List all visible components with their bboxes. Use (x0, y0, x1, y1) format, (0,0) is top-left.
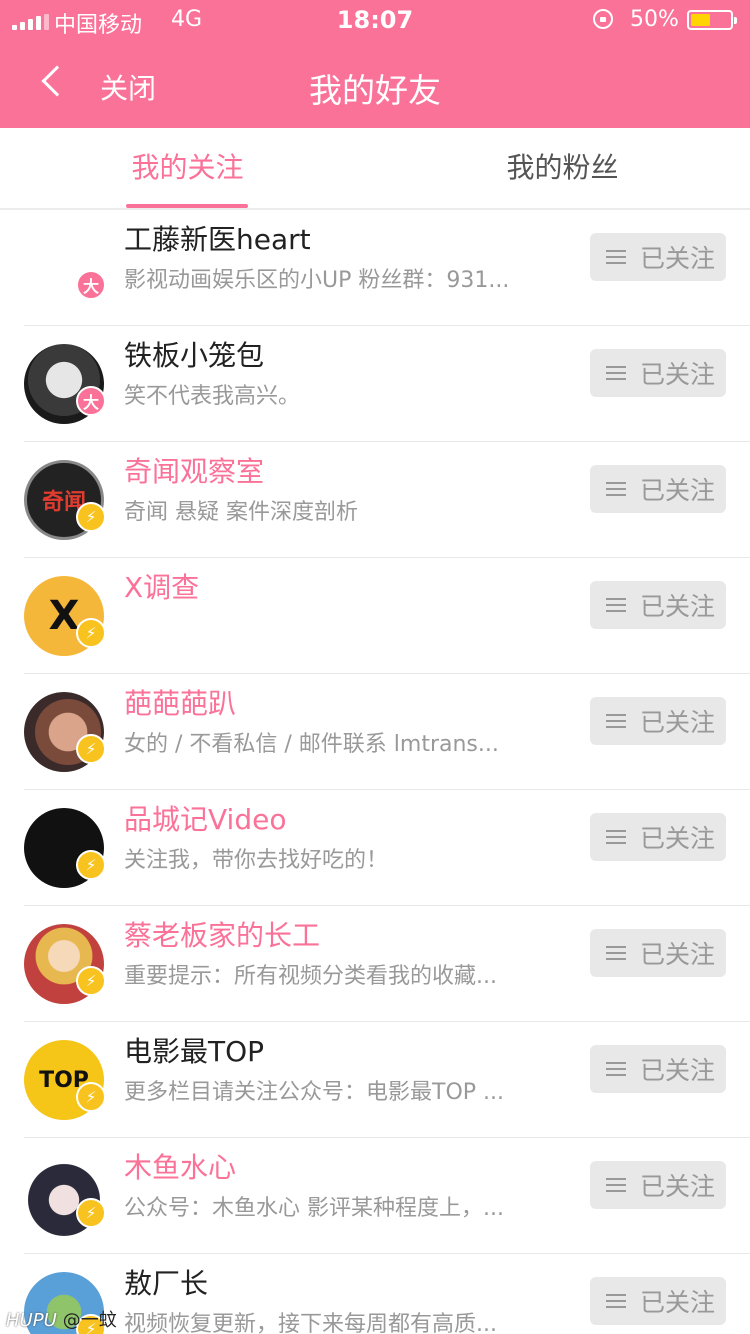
followed-label: 已关注 (640, 1056, 716, 1085)
tab-following[interactable]: 我的关注 (0, 128, 375, 208)
battery-percentage: 50% (630, 7, 679, 32)
menu-icon (606, 366, 626, 380)
followed-label: 已关注 (640, 708, 716, 737)
list-item[interactable]: ⚡ 品城记Video 关注我，带你去找好吃的！ 已关注 (0, 790, 750, 906)
user-name[interactable]: 奇闻观察室 (124, 450, 264, 490)
list-item[interactable]: TOP ⚡ 电影最TOP 更多栏目请关注公众号：电影最TOP ... 已关注 (0, 1022, 750, 1138)
followed-label: 已关注 (640, 1288, 716, 1317)
user-description: 奇闻 悬疑 案件深度剖析 (124, 500, 358, 525)
menu-icon (606, 1062, 626, 1076)
page-title: 我的好友 (309, 71, 441, 110)
followed-button[interactable]: 已关注 (590, 929, 726, 977)
list-item[interactable]: 大工藤新医heart 影视动画娱乐区的小UP 粉丝群：931... 已关注 (0, 210, 750, 326)
user-name[interactable]: X调查 (124, 566, 199, 606)
followed-label: 已关注 (640, 1172, 716, 1201)
user-name[interactable]: 品城记Video (124, 798, 286, 838)
status-bar: 中国移动 4G 18:07 50% (0, 0, 750, 40)
user-name[interactable]: 敖厂长 (124, 1262, 208, 1302)
followed-label: 已关注 (640, 824, 716, 853)
user-name[interactable]: 木鱼水心 (124, 1146, 236, 1186)
list-item[interactable]: ⚡ 木鱼水心公众号：木鱼水心 影评某种程度上，... 已关注 (0, 1138, 750, 1254)
user-name[interactable]: 铁板小笼包 (124, 334, 264, 374)
followed-button[interactable]: 已关注 (590, 349, 726, 397)
followed-button[interactable]: 已关注 (590, 1161, 726, 1209)
followed-label: 已关注 (640, 476, 716, 505)
lightning-badge-icon: ⚡ (76, 618, 106, 648)
tab-bar: 我的关注 我的粉丝 (0, 128, 750, 210)
watermark: HUPU @一蚊 (6, 1306, 117, 1332)
big-member-badge: 大 (76, 270, 106, 300)
user-description: 视频恢复更新，接下来每周都有高质... (124, 1312, 497, 1334)
user-description: 更多栏目请关注公众号：电影最TOP ... (124, 1080, 504, 1105)
followed-button[interactable]: 已关注 (590, 465, 726, 513)
avatar-text: X (48, 593, 80, 639)
lightning-badge-icon: ⚡ (76, 966, 106, 996)
menu-icon (606, 250, 626, 264)
list-item[interactable]: X ⚡ X调查已关注 (0, 558, 750, 674)
user-name[interactable]: 工藤新医heart (124, 218, 311, 258)
lightning-badge-icon: ⚡ (76, 1082, 106, 1112)
watermark-brand: HUPU (6, 1310, 57, 1331)
watermark-user: @一蚊 (62, 1310, 117, 1331)
rotation-lock-icon (593, 9, 613, 29)
followed-label: 已关注 (640, 592, 716, 621)
followed-button[interactable]: 已关注 (590, 1045, 726, 1093)
menu-icon (606, 1178, 626, 1192)
active-tab-indicator (126, 204, 248, 208)
lightning-badge-icon: ⚡ (76, 850, 106, 880)
user-description: 女的 / 不看私信 / 邮件联系 lmtrans... (124, 732, 499, 757)
menu-icon (606, 714, 626, 728)
battery-icon (687, 10, 737, 30)
user-name[interactable]: 电影最TOP (124, 1030, 264, 1070)
list-item[interactable]: ⚡ 蔡老板家的长工重要提示：所有视频分类看我的收藏... 已关注 (0, 906, 750, 1022)
menu-icon (606, 598, 626, 612)
followed-label: 已关注 (640, 244, 716, 273)
nav-bar: 关闭 我的好友 (0, 40, 750, 128)
user-name[interactable]: 葩葩葩趴 (124, 682, 236, 722)
followed-button[interactable]: 已关注 (590, 813, 726, 861)
list-item[interactable]: ⚡ 葩葩葩趴女的 / 不看私信 / 邮件联系 lmtrans... 已关注 (0, 674, 750, 790)
user-description: 公众号：木鱼水心 影评某种程度上，... (124, 1196, 504, 1221)
followed-button[interactable]: 已关注 (590, 581, 726, 629)
followed-button[interactable]: 已关注 (590, 1277, 726, 1325)
list-item[interactable]: 大铁板小笼包笑不代表我高兴。 已关注 (0, 326, 750, 442)
followed-button[interactable]: 已关注 (590, 697, 726, 745)
followed-button[interactable]: 已关注 (590, 233, 726, 281)
menu-icon (606, 946, 626, 960)
user-description: 笑不代表我高兴。 (124, 384, 301, 409)
app-header: 中国移动 4G 18:07 50% 关闭 我的好友 (0, 0, 750, 128)
user-name[interactable]: 蔡老板家的长工 (124, 914, 320, 954)
user-description: 重要提示：所有视频分类看我的收藏... (124, 964, 497, 989)
big-member-badge: 大 (76, 386, 106, 416)
tab-fans[interactable]: 我的粉丝 (375, 128, 750, 208)
menu-icon (606, 830, 626, 844)
lightning-badge-icon: ⚡ (76, 1198, 106, 1228)
user-description: 影视动画娱乐区的小UP 粉丝群：931... (124, 268, 510, 293)
user-description: 关注我，带你去找好吃的！ (124, 848, 389, 873)
following-list: 大工藤新医heart 影视动画娱乐区的小UP 粉丝群：931... 已关注大铁板小笼… (0, 210, 750, 1334)
followed-label: 已关注 (640, 360, 716, 389)
lightning-badge-icon: ⚡ (76, 502, 106, 532)
menu-icon (606, 1294, 626, 1308)
lightning-badge-icon: ⚡ (76, 734, 106, 764)
followed-label: 已关注 (640, 940, 716, 969)
menu-icon (606, 482, 626, 496)
list-item[interactable]: 奇闻 ⚡ 奇闻观察室 奇闻 悬疑 案件深度剖析 已关注 (0, 442, 750, 558)
